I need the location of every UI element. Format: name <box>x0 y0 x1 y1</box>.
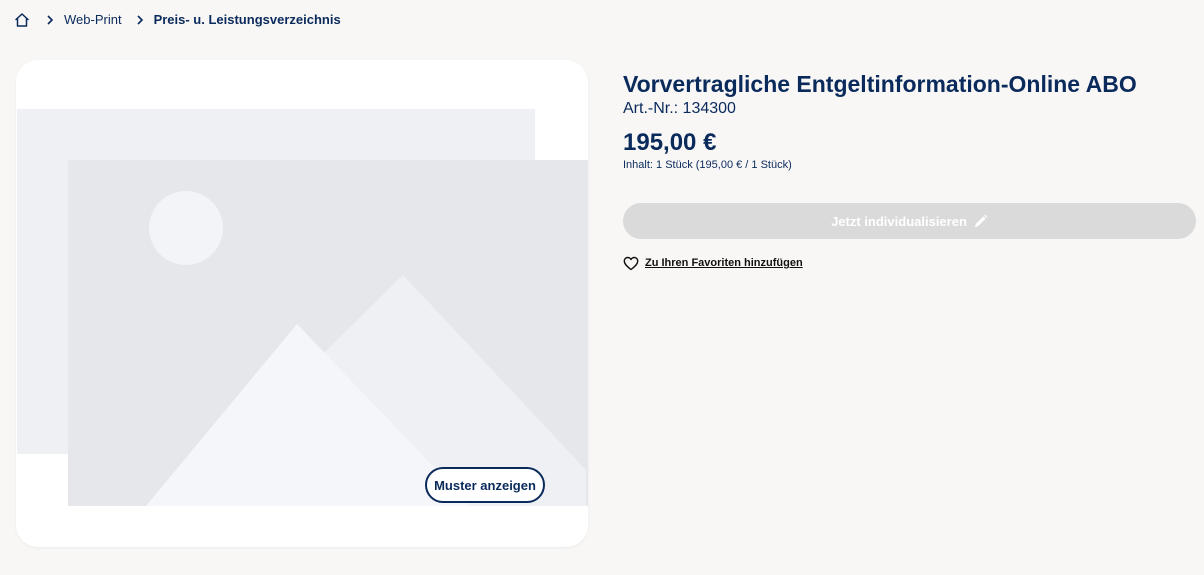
individualize-button[interactable]: Jetzt individualisieren <box>623 203 1196 239</box>
content-info: Inhalt: 1 Stück (195,00 € / 1 Stück) <box>623 159 792 171</box>
breadcrumb: Web-Print Preis- u. Leistungsverzeichnis <box>14 10 341 30</box>
home-icon[interactable] <box>14 11 32 29</box>
individualize-label: Jetzt individualisieren <box>831 213 967 229</box>
pencil-icon <box>973 214 988 229</box>
product-info: Vorvertragliche Entgeltinformation-Onlin… <box>623 70 1197 271</box>
product-price: 195,00 € <box>623 129 717 156</box>
chevron-right-icon <box>46 11 56 29</box>
show-sample-button[interactable]: Muster anzeigen <box>425 467 545 503</box>
add-to-favorites[interactable]: Zu Ihren Favoriten hinzufügen <box>623 255 1197 271</box>
product-title: Vorvertragliche Entgeltinformation-Onlin… <box>623 71 1137 97</box>
breadcrumb-item-current[interactable]: Preis- u. Leistungsverzeichnis <box>154 11 341 29</box>
heart-icon <box>623 255 639 271</box>
article-number: Art.-Nr.: 134300 <box>623 100 736 117</box>
chevron-right-icon <box>136 11 146 29</box>
product-image-card: Muster anzeigen <box>16 60 588 547</box>
breadcrumb-item-web-print[interactable]: Web-Print <box>64 11 122 29</box>
product-detail-page: Web-Print Preis- u. Leistungsverzeichnis… <box>0 0 1204 575</box>
favorite-link[interactable]: Zu Ihren Favoriten hinzufügen <box>645 257 803 269</box>
